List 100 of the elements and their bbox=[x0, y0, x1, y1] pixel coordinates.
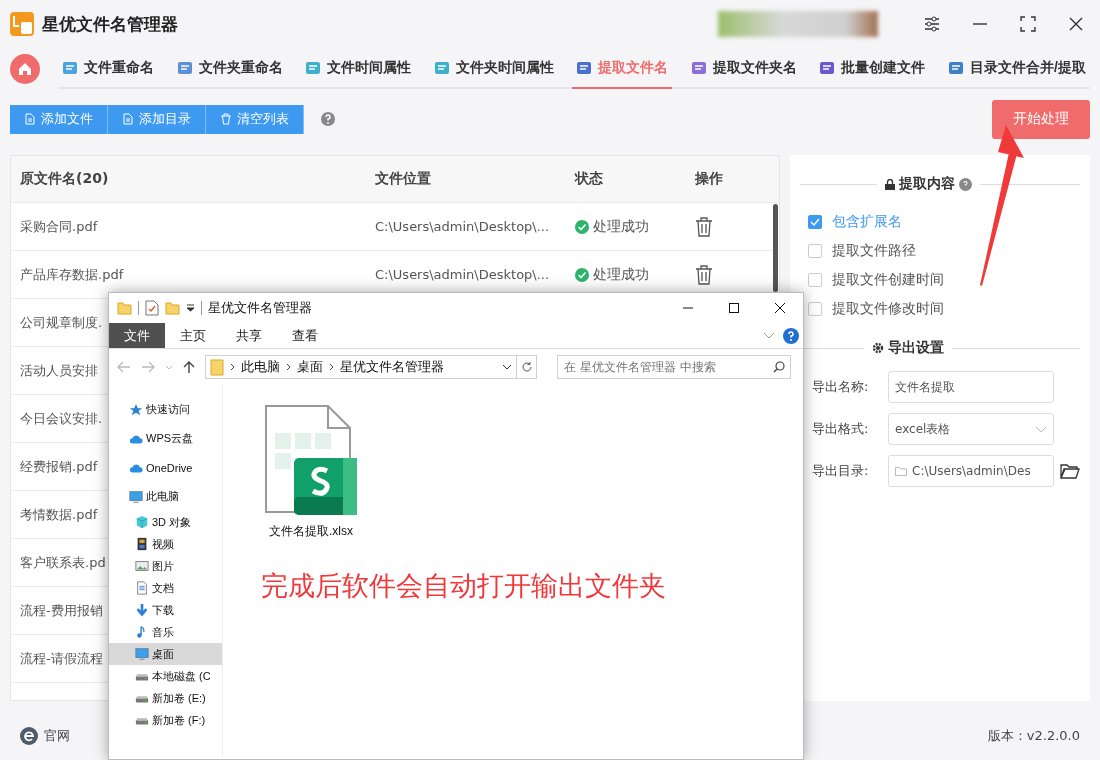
file-item[interactable]: 文件名提取.xlsx bbox=[261, 405, 361, 540]
field-label: 导出目录: bbox=[812, 462, 870, 480]
nav-item[interactable]: WPS云盘 bbox=[109, 424, 222, 453]
tab[interactable]: 文件夹重命名 bbox=[172, 49, 287, 89]
maximize-icon bbox=[1020, 16, 1036, 32]
status-text: 处理成功 bbox=[593, 217, 649, 236]
address-bar[interactable]: 此电脑 桌面 星优文件名管理器 bbox=[205, 355, 517, 379]
folder-icon bbox=[117, 300, 132, 316]
chevron-right-icon bbox=[230, 363, 235, 371]
cube-icon bbox=[135, 515, 149, 529]
tab[interactable]: 文件重命名 bbox=[58, 49, 158, 89]
file-name-cell: 产品库存数据.pdf bbox=[20, 265, 124, 284]
close-icon bbox=[1068, 16, 1084, 32]
annotation-text: 完成后软件会自动打开输出文件夹 bbox=[261, 569, 667, 603]
nav-item[interactable]: 桌面 bbox=[109, 643, 222, 665]
file-name-cell: 流程-费用报销 bbox=[20, 601, 103, 620]
scrollbar[interactable] bbox=[773, 204, 778, 292]
chevron-down-icon[interactable] bbox=[165, 364, 173, 370]
star-icon bbox=[129, 402, 143, 417]
spreadsheet-file-icon bbox=[265, 405, 357, 515]
file-name-cell: 考情数据.pdf bbox=[20, 505, 98, 524]
nav-item[interactable]: 新加卷 (E:) bbox=[109, 687, 222, 709]
input-field[interactable]: 文件名提取 bbox=[888, 371, 1054, 403]
film-icon bbox=[135, 537, 149, 551]
nav-item[interactable]: 此电脑 bbox=[109, 482, 222, 511]
chevron-right-icon bbox=[329, 363, 334, 371]
section-title: 提取内容 bbox=[898, 175, 955, 193]
field-label: 导出格式: bbox=[812, 420, 870, 438]
breadcrumb-item[interactable]: 此电脑 bbox=[241, 358, 280, 376]
chevron-right-icon bbox=[286, 363, 291, 371]
checkbox[interactable] bbox=[808, 272, 822, 287]
window-title: 星优文件名管理器 bbox=[208, 299, 312, 317]
help-icon[interactable] bbox=[783, 327, 799, 344]
breadcrumb-item[interactable]: 桌面 bbox=[297, 358, 323, 376]
nav-item[interactable]: 本地磁盘 (C bbox=[109, 665, 222, 687]
forward-arrow-icon[interactable] bbox=[141, 361, 155, 373]
document-icon bbox=[122, 113, 134, 125]
nav-item[interactable]: OneDrive bbox=[109, 453, 222, 482]
checkbox[interactable] bbox=[808, 301, 822, 316]
chevron-down-icon bbox=[502, 364, 512, 370]
input-field[interactable]: C:\Users\admin\Des bbox=[888, 455, 1054, 487]
minimize-icon bbox=[972, 23, 988, 25]
nav-item[interactable]: 快速访问 bbox=[109, 395, 222, 424]
refresh-button[interactable] bbox=[517, 355, 537, 379]
file-name-cell: 经费报销.pdf bbox=[20, 457, 98, 476]
refresh-icon bbox=[520, 361, 533, 373]
format-dropdown[interactable]: excel表格 bbox=[888, 413, 1054, 445]
app-logo-icon bbox=[10, 12, 34, 36]
search-field[interactable]: 在 星优文件名管理器 中搜索 bbox=[557, 355, 791, 379]
tab[interactable]: 文件时间属性 bbox=[301, 49, 416, 89]
folder-icon[interactable] bbox=[1060, 463, 1080, 479]
file-name-cell: 活动人员安排 bbox=[20, 361, 98, 380]
tab[interactable]: 提取文件夹名 bbox=[686, 49, 801, 89]
nav-item[interactable]: 新加卷 (F:) bbox=[109, 709, 222, 731]
ribbon-tab[interactable]: 查看 bbox=[277, 323, 333, 348]
trash-icon[interactable] bbox=[695, 264, 713, 285]
minimize-icon bbox=[683, 307, 693, 309]
maximize-icon bbox=[729, 302, 739, 314]
gear-icon bbox=[872, 342, 884, 354]
nav-item[interactable]: 3D 对象 bbox=[109, 511, 222, 533]
nav-item[interactable]: 图片 bbox=[109, 555, 222, 577]
file-location-cell-text: C:\Users\admin\Desktop\... bbox=[375, 267, 551, 282]
up-arrow-icon[interactable] bbox=[183, 360, 195, 374]
column-header: 原文件名(20) bbox=[20, 170, 110, 188]
ribbon-tab[interactable]: 主页 bbox=[165, 323, 221, 348]
check-circle-icon bbox=[575, 267, 589, 282]
breadcrumb-item[interactable]: 星优文件名管理器 bbox=[340, 358, 444, 376]
back-arrow-icon[interactable] bbox=[117, 361, 131, 373]
trash-icon bbox=[220, 113, 232, 125]
nav-item[interactable]: 音乐 bbox=[109, 621, 222, 643]
section-title: 导出设置 bbox=[888, 339, 944, 357]
checkbox[interactable] bbox=[808, 214, 822, 229]
status-text: 处理成功 bbox=[593, 265, 649, 284]
folder-icon bbox=[895, 466, 907, 476]
checklist-icon[interactable] bbox=[145, 300, 159, 316]
nav-item[interactable]: 视频 bbox=[109, 533, 222, 555]
document-icon bbox=[135, 581, 149, 595]
home-button[interactable] bbox=[10, 54, 40, 84]
chevron-down-icon[interactable] bbox=[763, 332, 775, 339]
website-link[interactable]: 官网 bbox=[20, 727, 70, 745]
close-icon bbox=[775, 302, 785, 314]
picture-icon bbox=[135, 559, 149, 573]
nav-item[interactable]: 下载 bbox=[109, 599, 222, 621]
dropdown-caret-icon[interactable] bbox=[186, 304, 195, 312]
tab[interactable]: 文件夹时间属性 bbox=[429, 49, 558, 89]
field-label: 导出名称: bbox=[812, 378, 870, 396]
lock-icon bbox=[884, 178, 895, 190]
download-arrow-icon bbox=[135, 603, 149, 617]
version-text: 版本：v2.2.0.0 bbox=[987, 727, 1080, 745]
tab[interactable]: 目录文件合并/提取 bbox=[944, 49, 1090, 89]
ribbon-tab[interactable]: 文件 bbox=[109, 323, 165, 348]
checkbox[interactable] bbox=[808, 243, 822, 258]
monitor-icon bbox=[129, 489, 143, 504]
tab[interactable]: 批量创建文件 bbox=[815, 49, 930, 89]
help-icon[interactable] bbox=[320, 111, 336, 127]
ribbon-tab[interactable]: 共享 bbox=[221, 323, 277, 348]
nav-item[interactable]: 文档 bbox=[109, 577, 222, 599]
settings-icon bbox=[923, 15, 941, 33]
trash-icon[interactable] bbox=[695, 216, 713, 237]
help-icon[interactable] bbox=[958, 177, 972, 191]
